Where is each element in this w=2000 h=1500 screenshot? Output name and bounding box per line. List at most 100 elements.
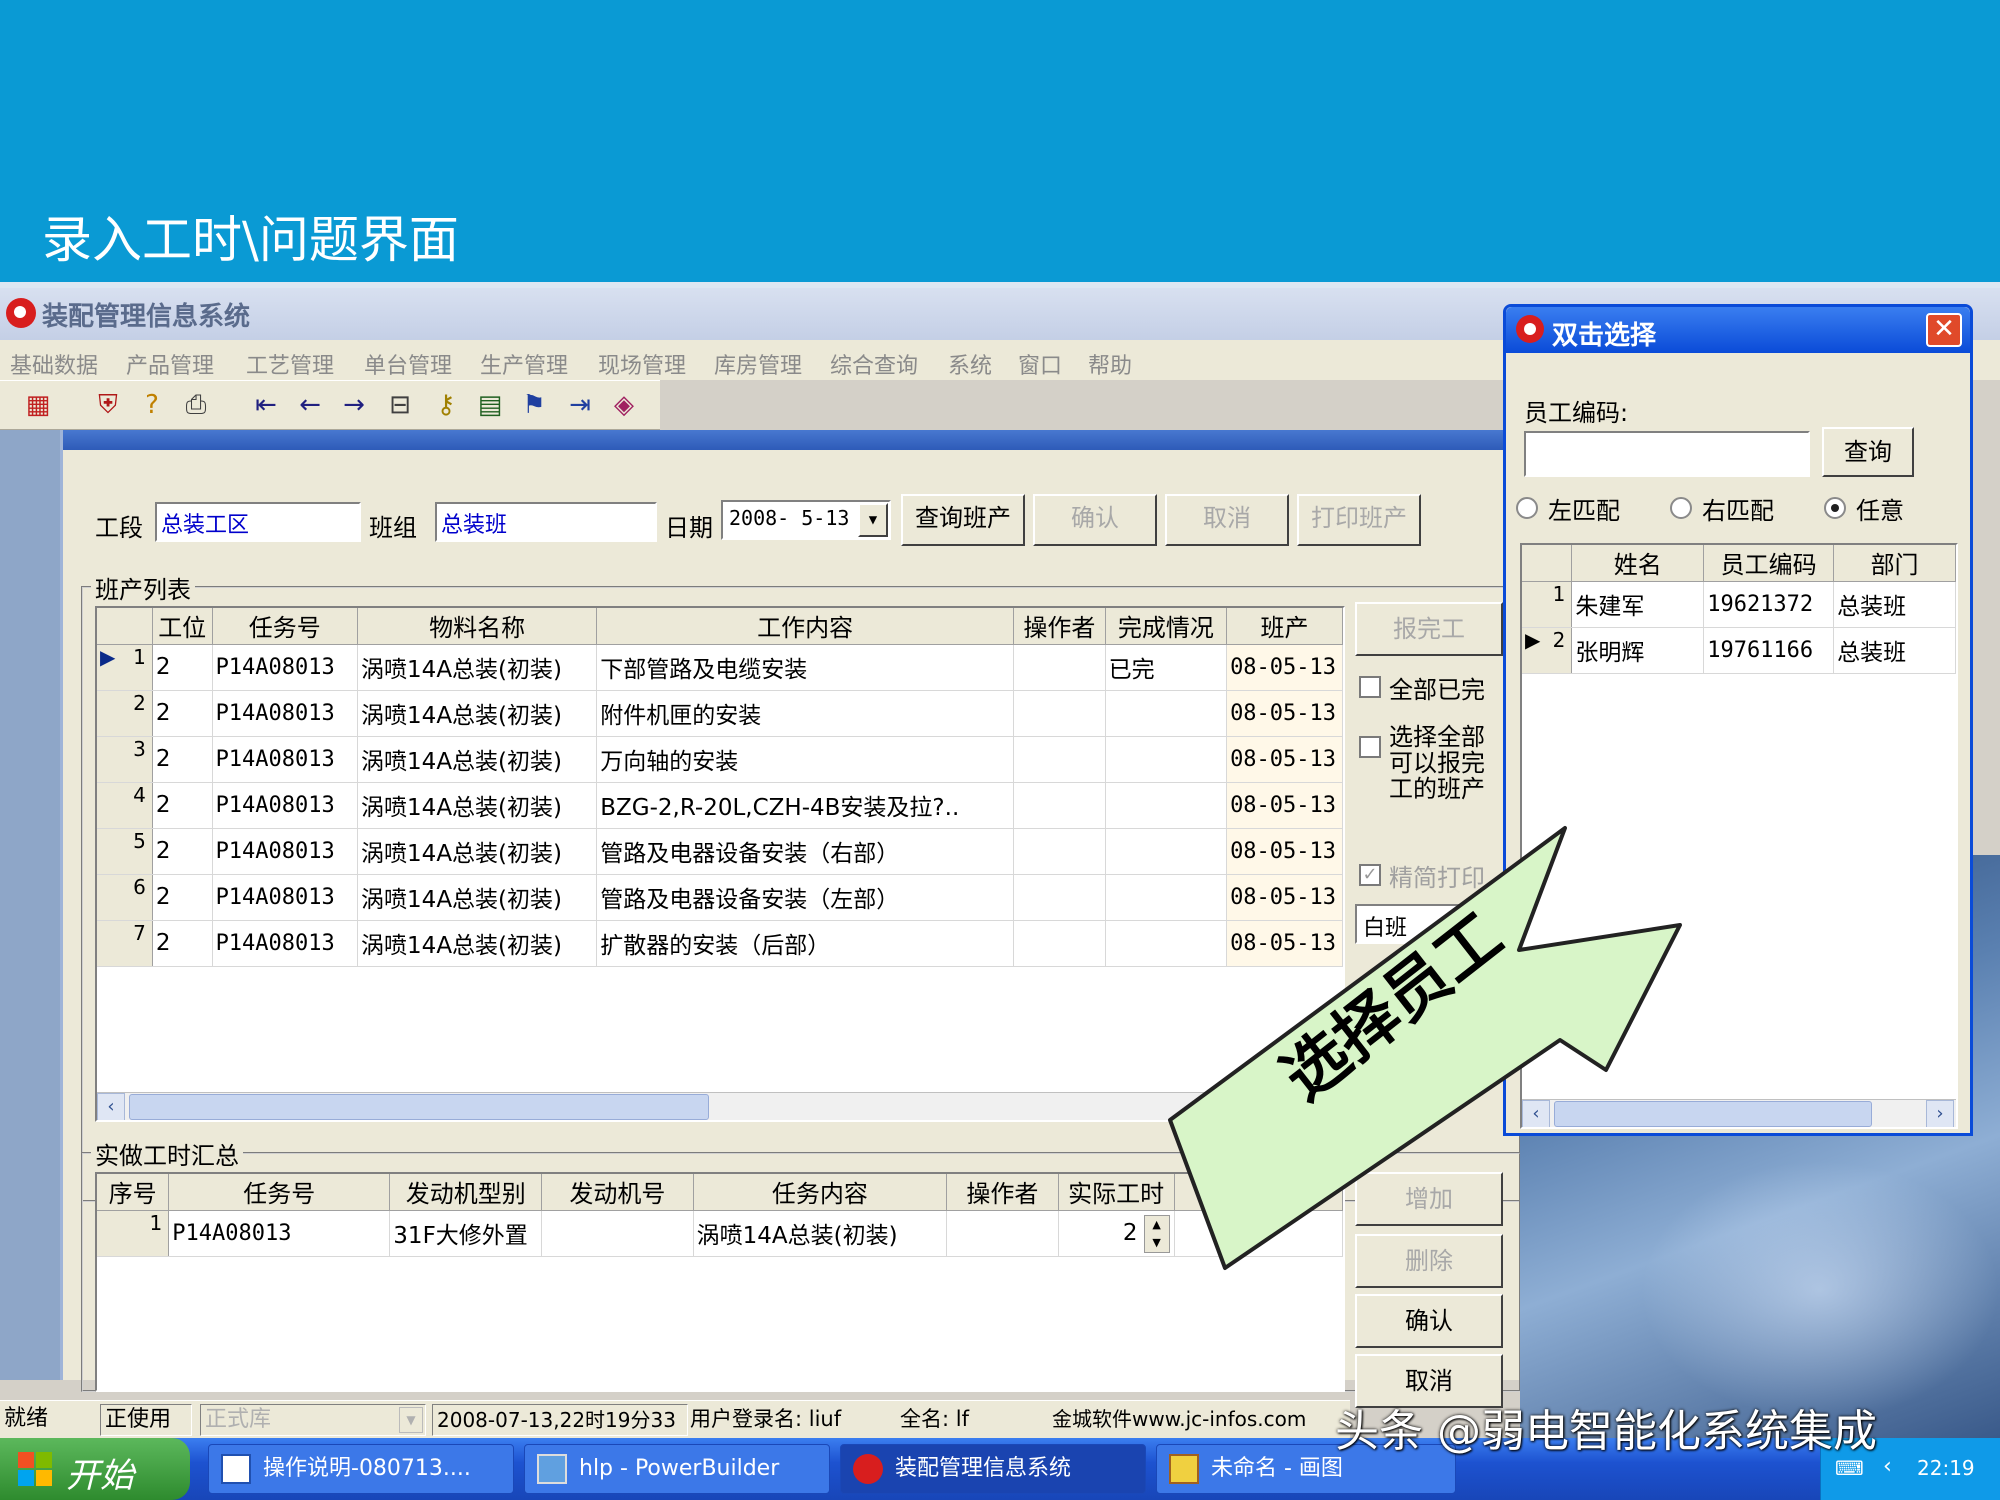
station-cell[interactable]: 2: [152, 736, 213, 783]
select-all-checkbox[interactable]: [1359, 736, 1381, 758]
table-row[interactable]: 1 朱建军 19621372 总装班: [1522, 581, 1956, 628]
start-button[interactable]: 开始: [0, 1438, 190, 1500]
task-cell[interactable]: P14A08013: [212, 644, 359, 691]
menu-unit[interactable]: 单台管理: [364, 348, 452, 380]
task-cell[interactable]: P14A08013: [212, 920, 359, 967]
chevron-left-icon[interactable]: ‹: [97, 1093, 125, 1120]
date-cell[interactable]: 08-05-13: [1226, 874, 1343, 921]
team-field[interactable]: 总装班: [435, 502, 657, 542]
task-cell[interactable]: P14A08013: [212, 782, 359, 829]
menu-site[interactable]: 现场管理: [598, 348, 686, 380]
date-picker[interactable]: 2008- 5-13 ▼: [721, 500, 891, 540]
task-cell[interactable]: P14A08013: [212, 736, 359, 783]
right-match-radio[interactable]: [1670, 497, 1692, 519]
content-cell[interactable]: 管路及电器设备安装（左部）: [596, 874, 1015, 921]
content-cell[interactable]: 下部管路及电缆安装: [596, 644, 1015, 691]
prev-record-icon[interactable]: ←: [294, 389, 326, 421]
material-cell[interactable]: 涡喷14A总装(初装): [357, 782, 598, 829]
task-assembly-system[interactable]: 装配管理信息系统: [840, 1444, 1146, 1494]
column-header[interactable]: 任务号: [168, 1174, 391, 1211]
column-header[interactable]: 部门: [1833, 545, 1956, 582]
chevron-left-icon[interactable]: ‹: [1883, 1454, 1892, 1479]
keyboard-icon[interactable]: ⌨: [1835, 1456, 1864, 1480]
name-cell[interactable]: 朱建军: [1571, 581, 1705, 628]
material-cell[interactable]: 涡喷14A总装(初装): [357, 874, 598, 921]
operator-cell[interactable]: [1013, 736, 1106, 783]
all-done-checkbox[interactable]: [1359, 676, 1381, 698]
code-cell[interactable]: 19621372: [1703, 581, 1835, 628]
operator-cell[interactable]: [1013, 828, 1106, 875]
menu-product[interactable]: 产品管理: [126, 348, 214, 380]
scroll-thumb[interactable]: [1554, 1101, 1872, 1127]
hours-stepper[interactable]: 2 ▲ ▼: [1058, 1210, 1175, 1257]
spinner-arrows-icon[interactable]: ▲ ▼: [1143, 1214, 1170, 1253]
content-cell[interactable]: 附件机匣的安装: [596, 690, 1015, 737]
help-icon[interactable]: ?: [136, 389, 168, 421]
employee-hscrollbar[interactable]: ‹ ›: [1522, 1099, 1956, 1127]
material-cell[interactable]: 涡喷14A总装(初装): [357, 690, 598, 737]
first-record-icon[interactable]: ⇤: [250, 389, 282, 421]
book-icon[interactable]: ◈: [608, 389, 640, 421]
table-row[interactable]: 6 2 P14A08013 涡喷14A总装(初装) 管路及电器设备安装（左部） …: [97, 874, 1343, 921]
menu-warehouse[interactable]: 库房管理: [714, 348, 802, 380]
column-header[interactable]: 操作者: [1013, 608, 1106, 645]
column-header[interactable]: 序号: [97, 1174, 170, 1211]
operator-cell[interactable]: [1013, 782, 1106, 829]
database-select[interactable]: 正式库 ▼: [200, 1404, 426, 1436]
column-header[interactable]: 完成情况: [1105, 608, 1228, 645]
task-powerbuilder[interactable]: hlp - PowerBuilder: [524, 1444, 830, 1494]
menu-system[interactable]: 系统: [948, 348, 992, 380]
content-cell[interactable]: 涡喷14A总装(初装): [693, 1210, 948, 1257]
column-header[interactable]: 员工编码: [1703, 545, 1835, 582]
code-cell[interactable]: 19761166: [1703, 627, 1835, 674]
content-cell[interactable]: 管路及电器设备安装（右部）: [596, 828, 1015, 875]
printer-icon[interactable]: ⎙: [180, 389, 212, 421]
operator-cell[interactable]: [1013, 644, 1106, 691]
table-row[interactable]: 4 2 P14A08013 涡喷14A总装(初装) BZG-2,R-20L,CZ…: [97, 782, 1343, 829]
date-cell[interactable]: 08-05-13: [1226, 828, 1343, 875]
status-cell[interactable]: [1105, 782, 1228, 829]
status-cell[interactable]: [1105, 920, 1228, 967]
status-cell[interactable]: 已完: [1105, 644, 1228, 691]
material-cell[interactable]: 涡喷14A总装(初装): [357, 644, 598, 691]
column-header[interactable]: 发动机型别: [389, 1174, 543, 1211]
date-cell[interactable]: 08-05-13: [1226, 690, 1343, 737]
column-header[interactable]: 操作者: [946, 1174, 1059, 1211]
menu-process[interactable]: 工艺管理: [246, 348, 334, 380]
query-button[interactable]: 查询: [1822, 427, 1914, 477]
material-cell[interactable]: 涡喷14A总装(初装): [357, 920, 598, 967]
date-cell[interactable]: 08-05-13: [1226, 736, 1343, 783]
chevron-down-icon[interactable]: ▼: [858, 503, 888, 537]
left-match-radio[interactable]: [1516, 497, 1538, 519]
run-icon[interactable]: ⚑: [518, 389, 550, 421]
content-cell[interactable]: 扩散器的安装（后部）: [596, 920, 1015, 967]
operator-cell[interactable]: [1013, 920, 1106, 967]
print-shift-button[interactable]: 打印班产: [1297, 494, 1421, 546]
menu-help[interactable]: 帮助: [1088, 348, 1132, 380]
column-header[interactable]: 实际工时: [1058, 1174, 1175, 1211]
status-cell[interactable]: [1105, 828, 1228, 875]
station-cell[interactable]: 2: [152, 644, 213, 691]
operator-cell[interactable]: [1013, 690, 1106, 737]
modules-icon[interactable]: ▦: [22, 389, 54, 421]
date-cell[interactable]: 08-05-13: [1226, 920, 1343, 967]
delete-button[interactable]: 删除: [1355, 1234, 1503, 1288]
save-icon[interactable]: ⊟: [384, 389, 416, 421]
column-header[interactable]: 发动机号: [541, 1174, 694, 1211]
shield-icon[interactable]: ⛨: [92, 389, 124, 421]
station-cell[interactable]: 2: [152, 828, 213, 875]
task-cell[interactable]: P14A08013: [168, 1210, 391, 1257]
chevron-down-icon[interactable]: ▼: [399, 1407, 423, 1433]
calculator-icon[interactable]: ▤: [474, 389, 506, 421]
menu-query[interactable]: 综合查询: [830, 348, 918, 380]
status-cell[interactable]: [1105, 736, 1228, 783]
table-row[interactable]: 1 P14A08013 31F大修外置 涡喷14A总装(初装) 2 ▲ ▼: [97, 1210, 1343, 1257]
content-cell[interactable]: 万向轴的安装: [596, 736, 1015, 783]
operator-cell[interactable]: [1013, 874, 1106, 921]
status-cell[interactable]: [1105, 874, 1228, 921]
material-cell[interactable]: 涡喷14A总装(初装): [357, 828, 598, 875]
column-header[interactable]: 任务内容: [693, 1174, 948, 1211]
status-cell[interactable]: [1105, 690, 1228, 737]
column-header[interactable]: 物料名称: [357, 608, 598, 645]
column-header[interactable]: 班产: [1226, 608, 1343, 645]
